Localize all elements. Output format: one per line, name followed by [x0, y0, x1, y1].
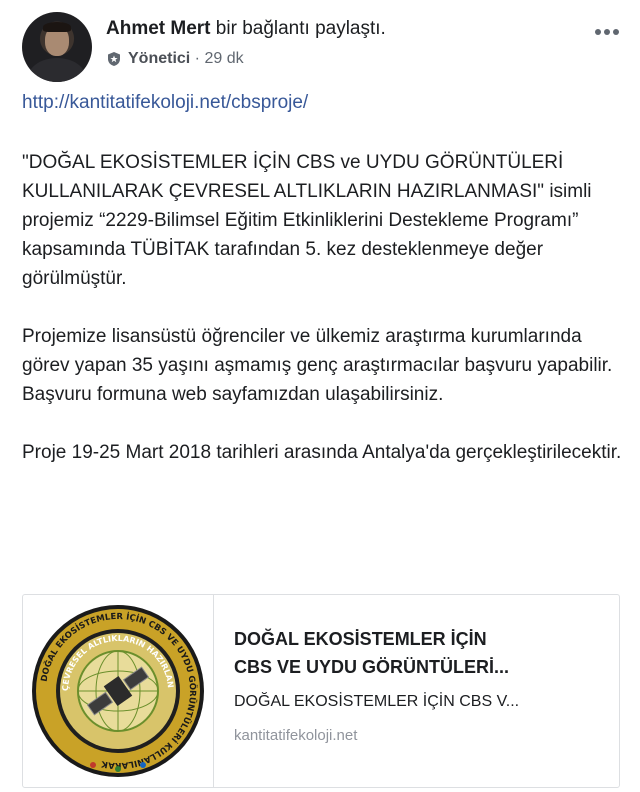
card-description: DOĞAL EKOSİSTEMLER İÇİN CBS V... — [234, 693, 520, 710]
post-url-link[interactable]: http://kantitatifekoloji.net/cbsproje/ — [22, 92, 308, 114]
more-options-icon[interactable] — [594, 24, 620, 36]
avatar-hair — [43, 22, 71, 32]
author-avatar[interactable] — [22, 12, 92, 82]
shield-badge-icon — [108, 52, 120, 66]
post-paragraph: "DOĞAL EKOSİSTEMLER İÇİN CBS ve UYDU GÖR… — [22, 152, 592, 289]
author-name[interactable]: Ahmet Mert — [106, 18, 211, 39]
post-timestamp[interactable]: 29 dk — [204, 50, 243, 68]
post-paragraph: Proje 19-25 Mart 2018 tarihleri arasında… — [22, 442, 622, 463]
post-paragraph: Projemize lisansüstü öğrenciler ve ülkem… — [22, 326, 613, 405]
dots-icon — [595, 29, 619, 35]
role-label: Yönetici — [128, 50, 191, 67]
avatar-body — [28, 58, 86, 82]
post-action-text: bir bağlantı paylaştı. — [210, 18, 386, 39]
link-preview-card[interactable]: DOĞAL EKOSİSTEMLER İÇİN CBS VE UYDU GÖRÜ… — [19, 588, 620, 788]
meta-separator: · — [190, 50, 205, 67]
post-header: Ahmet Mert bir bağlantı paylaştı. Yöneti… — [22, 6, 622, 82]
card-image[interactable]: DOĞAL EKOSİSTEMLER İÇİN CBS VE UYDU GÖRÜ… — [19, 588, 214, 787]
post-body: "DOĞAL EKOSİSTEMLER İÇİN CBS ve UYDU GÖR… — [22, 148, 622, 496]
project-logo: DOĞAL EKOSİSTEMLER İÇİN CBS VE UYDU GÖRÜ… — [19, 588, 204, 777]
author-line: Ahmet Mert bir bağlantı paylaştı. — [106, 18, 386, 40]
card-title-line: DOĞAL EKOSİSTEMLER İÇİN — [234, 629, 487, 649]
card-domain: kantitatifekoloji.net — [234, 727, 358, 744]
card-title[interactable]: DOĞAL EKOSİSTEMLER İÇİN CBS VE UYDU GÖRÜ… — [234, 625, 594, 681]
card-title-line: CBS VE UYDU GÖRÜNTÜLERİ... — [234, 657, 510, 677]
card-text: DOĞAL EKOSİSTEMLER İÇİN CBS VE UYDU GÖRÜ… — [214, 595, 619, 787]
post-meta: Yönetici · 29 dk — [106, 50, 244, 68]
